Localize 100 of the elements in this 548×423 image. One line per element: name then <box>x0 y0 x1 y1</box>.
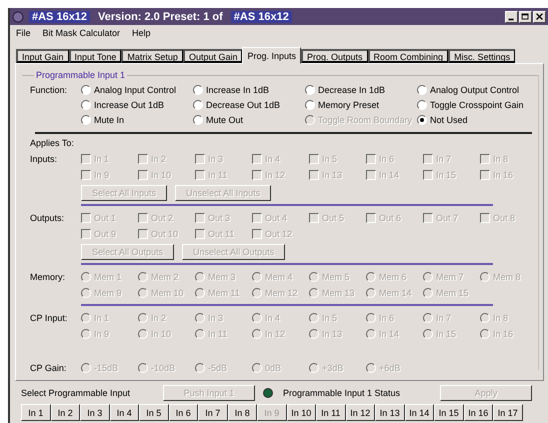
option-label: In 6 <box>379 313 394 323</box>
option-label: Mem 8 <box>493 272 521 282</box>
menu-item[interactable]: Bit Mask Calculator <box>42 28 120 38</box>
option-label: In 1 <box>94 154 110 164</box>
footer-label: Select Programmable Input <box>21 388 132 398</box>
input-button[interactable]: In 13 <box>375 404 404 421</box>
option-label: In 4 <box>265 154 280 164</box>
minimize-icon[interactable] <box>505 10 518 22</box>
input-button[interactable]: In 3 <box>80 404 110 421</box>
input-button[interactable]: In 12 <box>346 404 375 421</box>
option-label: Out 3 <box>208 213 230 223</box>
tab[interactable]: Input Tone <box>68 49 122 63</box>
field-label: CP Gain: <box>30 363 68 373</box>
option-label: In 14 <box>379 329 400 339</box>
option-label: Mem 7 <box>436 272 464 282</box>
option-label: Mute Out <box>206 114 244 124</box>
radio-button[interactable] <box>417 114 427 124</box>
option-label: Decrease Out 1dB <box>206 100 280 110</box>
option-label: In 10 <box>151 329 172 339</box>
input-button[interactable]: In 4 <box>110 404 139 421</box>
input-button[interactable]: In 1 <box>21 404 50 421</box>
option-label: In 12 <box>265 329 286 339</box>
field-label: CP Input: <box>30 313 68 323</box>
option-label: Mem 4 <box>265 272 293 282</box>
tab[interactable]: Output Gain <box>182 49 242 63</box>
input-button[interactable]: In 14 <box>404 404 434 421</box>
input-button[interactable]: In 7 <box>198 404 228 421</box>
input-button[interactable]: In 6 <box>168 404 198 421</box>
option-label: Not Used <box>430 114 468 124</box>
option-label: Analog Output Control <box>430 84 520 94</box>
radio-button[interactable] <box>305 84 315 94</box>
option-label: Mem 6 <box>379 272 407 282</box>
option-label: In 1 <box>94 313 110 323</box>
window-title: #AS 16x12 <box>230 10 292 22</box>
input-button[interactable]: In 11 <box>316 404 346 421</box>
option-label: -15dB <box>94 363 118 373</box>
option-label: Mem 12 <box>265 288 298 298</box>
close-icon[interactable] <box>533 10 546 22</box>
status-label: Programmable Input 1 Status <box>283 388 402 398</box>
tab[interactable]: Matrix Setup <box>121 49 183 63</box>
option-label: In 14 <box>379 170 400 180</box>
option-label: Decrease In 1dB <box>318 84 386 94</box>
option-label: In 6 <box>379 154 394 164</box>
input-button[interactable]: In 16 <box>464 404 493 421</box>
input-button[interactable]: In 17 <box>493 404 522 421</box>
option-label: In 7 <box>436 313 452 323</box>
input-button[interactable]: In 5 <box>139 404 168 421</box>
option-label: Out 10 <box>151 229 178 239</box>
section-label: Applies To: <box>30 138 75 148</box>
radio-button[interactable] <box>193 114 203 124</box>
option-label: In 13 <box>322 170 342 180</box>
option-label: Mute In <box>94 114 124 124</box>
option-label: In 5 <box>322 154 338 164</box>
radio-button[interactable] <box>193 84 203 94</box>
option-label: Mem 5 <box>322 272 350 282</box>
option-label: In 10 <box>151 170 172 180</box>
option-label: Mem 14 <box>379 288 412 298</box>
option-label: Mem 2 <box>151 272 179 282</box>
option-label: Out 7 <box>436 213 458 223</box>
option-label: Mem 10 <box>151 288 184 298</box>
menu-item[interactable]: Help <box>132 28 151 38</box>
radio-button[interactable] <box>81 100 91 110</box>
field-label: Outputs: <box>30 213 66 223</box>
field-label: Memory: <box>30 272 66 282</box>
window-title: Version: 2.0 Preset: 1 of <box>97 10 224 22</box>
option-label: In 15 <box>436 170 456 180</box>
option-label: Mem 9 <box>94 288 122 298</box>
app-icon <box>12 10 24 22</box>
option-label: +6dB <box>379 363 400 373</box>
radio-button[interactable] <box>417 100 427 110</box>
option-label: In 11 <box>208 329 228 339</box>
radio-button[interactable] <box>193 100 203 110</box>
maximize-icon[interactable] <box>519 10 532 22</box>
radio-button[interactable] <box>81 114 91 124</box>
field-label: Function: <box>30 84 68 94</box>
option-label: +3dB <box>322 363 344 373</box>
radio-button[interactable] <box>81 84 91 94</box>
input-button[interactable]: In 10 <box>286 404 316 421</box>
option-label: Mem 13 <box>322 288 355 298</box>
tab[interactable]: Misc. Settings <box>448 49 516 63</box>
option-label: In 9 <box>94 170 110 180</box>
tab[interactable]: Prog. Inputs <box>242 47 301 64</box>
radio-button[interactable] <box>417 84 427 94</box>
option-label: In 16 <box>493 329 514 339</box>
input-button[interactable]: In 15 <box>434 404 464 421</box>
tab[interactable]: Prog. Outputs <box>301 49 368 63</box>
option-label: In 16 <box>493 170 514 180</box>
option-label: Mem 3 <box>208 272 236 282</box>
input-button[interactable]: In 8 <box>228 404 257 421</box>
menu-item[interactable]: File <box>16 28 31 38</box>
field-label: Inputs: <box>30 154 58 164</box>
option-label: In 2 <box>151 313 166 323</box>
option-label: In 5 <box>322 313 338 323</box>
option-label: Memory Preset <box>318 100 380 110</box>
tab[interactable]: Room Combining <box>368 49 448 63</box>
radio-button[interactable] <box>305 100 315 110</box>
option-label: In 3 <box>208 313 224 323</box>
tab[interactable]: Input Gain <box>16 49 69 63</box>
option-label: In 15 <box>436 329 456 339</box>
input-button[interactable]: In 2 <box>50 404 80 421</box>
